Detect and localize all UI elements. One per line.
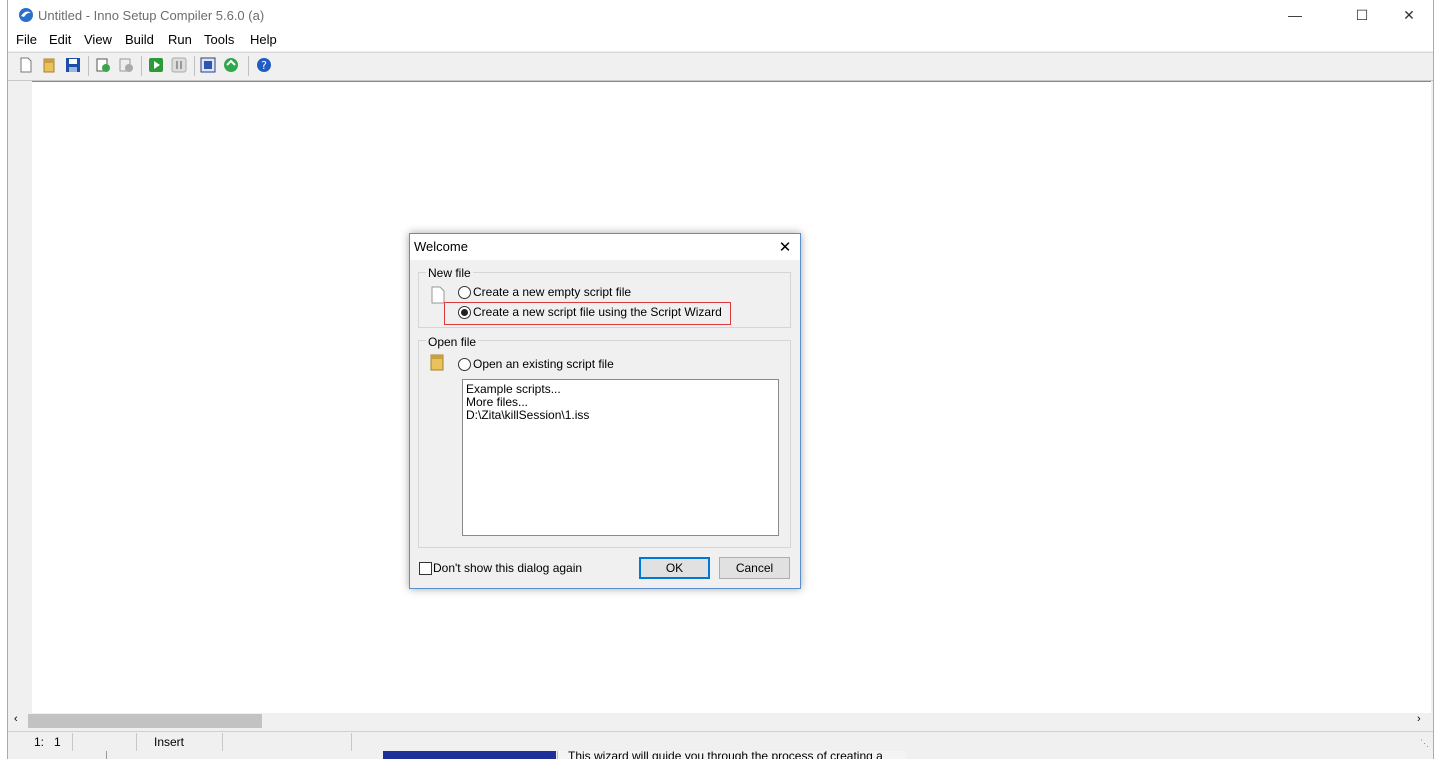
svg-text:?: ? xyxy=(261,59,267,72)
save-icon[interactable] xyxy=(64,56,82,74)
open-file-icon[interactable] xyxy=(40,56,58,74)
radio-new-wizard[interactable] xyxy=(458,306,471,319)
option-open-existing-label[interactable]: Open an existing script file xyxy=(473,357,614,371)
new-file-icon[interactable] xyxy=(17,56,35,74)
status-separator xyxy=(222,733,223,751)
toolbar-separator xyxy=(248,56,249,76)
scroll-right-icon[interactable]: › xyxy=(1417,713,1421,725)
toolbar-separator xyxy=(141,56,142,76)
folder-icon xyxy=(430,354,444,371)
maximize-icon: ☐ xyxy=(1355,6,1369,23)
list-item[interactable]: Example scripts... xyxy=(466,382,561,396)
toolbar-separator xyxy=(194,56,195,76)
menu-run[interactable]: Run xyxy=(168,32,192,47)
menu-file[interactable]: File xyxy=(16,32,37,47)
scroll-left-icon[interactable]: ‹ xyxy=(14,713,18,725)
close-button[interactable]: ✕ xyxy=(1386,0,1432,30)
status-separator xyxy=(72,733,73,751)
scrollbar-thumb[interactable] xyxy=(28,714,262,728)
list-item[interactable]: D:\Zita\killSession\1.iss xyxy=(466,408,589,422)
menu-tools[interactable]: Tools xyxy=(204,32,234,47)
minimize-button[interactable]: — xyxy=(1272,0,1318,30)
open-file-group-label: Open file xyxy=(426,335,479,349)
target-uninstall-icon[interactable] xyxy=(222,56,240,74)
dont-show-checkbox[interactable] xyxy=(419,562,432,575)
dialog-title: Welcome xyxy=(414,239,468,254)
radio-selected-dot xyxy=(461,309,468,316)
help-icon[interactable]: ? xyxy=(255,56,273,74)
list-item[interactable]: More files... xyxy=(466,395,528,409)
close-icon: ✕ xyxy=(1403,6,1415,23)
inno-setup-app-icon xyxy=(19,8,33,22)
cancel-button[interactable]: Cancel xyxy=(719,557,790,579)
run-icon[interactable] xyxy=(147,56,165,74)
menu-build[interactable]: Build xyxy=(125,32,154,47)
cursor-position: 1: 1 xyxy=(34,735,61,749)
target-setup-icon[interactable] xyxy=(199,56,217,74)
ok-button-label: OK xyxy=(665,561,684,575)
status-separator xyxy=(136,733,137,751)
option-new-wizard-label[interactable]: Create a new script file using the Scrip… xyxy=(473,305,722,319)
ok-button[interactable]: OK xyxy=(639,557,710,579)
menu-edit[interactable]: Edit xyxy=(49,32,71,47)
status-separator xyxy=(351,733,352,751)
menu-view[interactable]: View xyxy=(84,32,112,47)
edit-mode: Insert xyxy=(154,735,185,749)
welcome-dialog: Welcome ✕ New file Create a new empty sc… xyxy=(409,233,801,589)
compile-icon[interactable] xyxy=(94,56,112,74)
new-file-group-label: New file xyxy=(426,266,473,280)
dialog-title-bar xyxy=(410,234,800,260)
maximize-button[interactable]: ☐ xyxy=(1339,0,1385,30)
radio-open-existing[interactable] xyxy=(458,358,471,371)
title-bar: Untitled - Inno Setup Compiler 5.6.0 (a)… xyxy=(8,0,1433,30)
editor-gutter xyxy=(10,81,32,713)
option-new-empty-label[interactable]: Create a new empty script file xyxy=(473,285,631,299)
cancel-button-label: Cancel xyxy=(735,561,774,575)
stop-compile-icon[interactable] xyxy=(117,56,135,74)
recent-files-list[interactable]: Example scripts... More files... D:\Zita… xyxy=(462,379,779,536)
toolbar-separator xyxy=(88,56,89,76)
radio-new-empty[interactable] xyxy=(458,286,471,299)
close-icon: ✕ xyxy=(778,239,792,256)
dont-show-label[interactable]: Don't show this dialog again xyxy=(433,561,582,575)
wizard-intro-text: This wizard will guide you through the p… xyxy=(568,749,883,759)
wizard-banner-image xyxy=(383,751,556,759)
window-title: Untitled - Inno Setup Compiler 5.6.0 (a) xyxy=(38,8,265,23)
resize-grip-icon[interactable]: ⋱ xyxy=(1420,738,1429,749)
pause-icon[interactable] xyxy=(170,56,188,74)
menu-help[interactable]: Help xyxy=(250,32,277,47)
dialog-close-button[interactable]: ✕ xyxy=(774,236,796,258)
minimize-icon: — xyxy=(1288,7,1302,23)
